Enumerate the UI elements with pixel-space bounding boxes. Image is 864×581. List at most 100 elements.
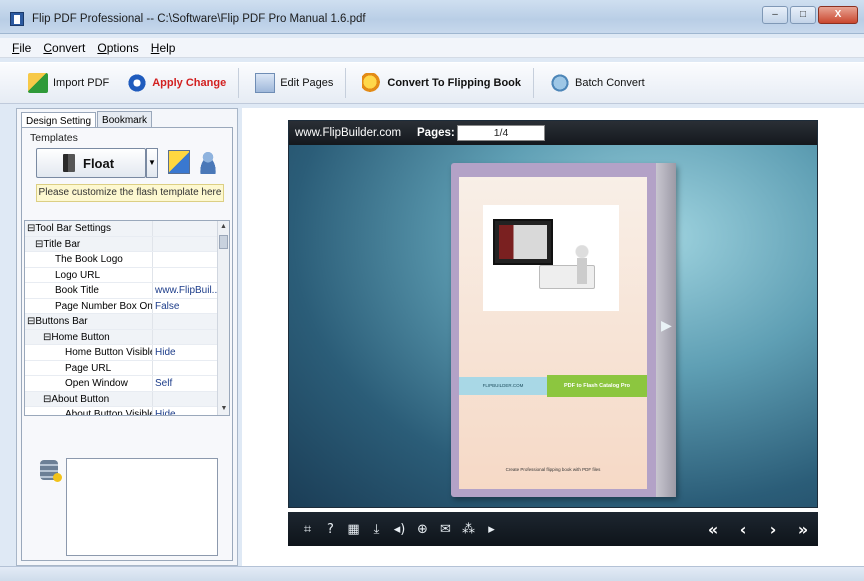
import-pdf-icon <box>28 73 48 93</box>
property-value <box>153 252 217 267</box>
site-url: www.FlipBuilder.com <box>295 127 402 139</box>
property-name: Book Title <box>25 283 153 298</box>
menu-file-rest: ile <box>19 40 32 55</box>
next-page-icon[interactable]: › <box>758 520 788 539</box>
pages-label: Pages: <box>417 127 455 139</box>
app-icon <box>10 12 24 26</box>
property-row[interactable]: ⊟Tool Bar Settings <box>25 221 229 237</box>
flipbook-stage: www.FlipBuilder.com Pages: 1/4 FLIPBUILD… <box>288 120 818 508</box>
book[interactable]: FLIPBUILDER.COM PDF to Flash Catalog Pro… <box>451 163 676 497</box>
apply-change-button[interactable]: Apply Change <box>121 67 232 99</box>
property-row[interactable]: Logo URL <box>25 267 229 283</box>
property-row[interactable]: The Book Logo <box>25 252 229 268</box>
menu-options-rest: ptions <box>106 40 139 55</box>
property-row[interactable]: ⊟Buttons Bar <box>25 314 229 330</box>
book-icon <box>63 154 75 172</box>
figure-image <box>573 245 591 289</box>
description-box <box>66 458 218 556</box>
cover-caption: Create Professional flipping book with P… <box>505 467 601 472</box>
property-name: ⊟Tool Bar Settings <box>25 221 153 236</box>
template-name: Float <box>83 155 115 171</box>
settings-panel: Design Setting Bookmark Templates Float … <box>16 108 238 566</box>
property-value: Hide <box>155 347 176 358</box>
menu-options-key: O <box>97 40 107 55</box>
thumbnails-icon[interactable]: ▦ <box>342 522 365 537</box>
property-name: ⊟Title Bar <box>25 236 153 251</box>
property-name: ⊟Home Button <box>25 329 153 344</box>
edit-pages-label: Edit Pages <box>280 77 334 89</box>
edit-template-icon[interactable] <box>168 150 190 174</box>
template-select[interactable]: Float <box>36 148 146 178</box>
property-name: Logo URL <box>25 267 153 282</box>
share-icon[interactable]: ⁂ <box>457 522 480 537</box>
apply-change-label: Apply Change <box>152 77 227 89</box>
import-pdf-label: Import PDF <box>53 77 110 89</box>
template-dropdown-icon[interactable]: ▼ <box>146 148 158 178</box>
design-setting-body: Templates Float ▼ Please customize the f… <box>21 127 233 561</box>
property-name: ⊟Buttons Bar <box>25 314 153 329</box>
first-page-icon[interactable]: « <box>698 520 728 539</box>
property-row[interactable]: ⊟Home Button <box>25 329 229 345</box>
property-row[interactable]: Page URL <box>25 360 229 376</box>
menu-options[interactable]: Options <box>91 41 144 55</box>
email-icon[interactable]: ✉ <box>434 522 457 537</box>
scroll-up-icon[interactable]: ▲ <box>218 221 229 233</box>
property-value: Hide <box>155 409 176 416</box>
property-row[interactable]: Book Title www.FlipBuil... <box>25 283 229 299</box>
toolbar-separator <box>533 68 535 98</box>
templates-label: Templates <box>30 132 78 144</box>
property-grid: ⊟Tool Bar Settings ⊟Title Bar The Book L… <box>24 220 230 416</box>
property-row[interactable]: Page Number Box On ...False <box>25 298 229 314</box>
menu-bar: File Convert Options Help <box>0 38 864 58</box>
import-pdf-button[interactable]: Import PDF <box>22 67 115 99</box>
toolbar-separator <box>345 68 347 98</box>
window-title: Flip PDF Professional -- C:\Software\Fli… <box>32 13 366 25</box>
property-value <box>153 236 217 251</box>
fullscreen-icon[interactable]: ⌗ <box>296 522 319 537</box>
property-value <box>153 391 217 406</box>
property-row[interactable]: ⊟Title Bar <box>25 236 229 252</box>
cover-image <box>483 205 619 311</box>
flipbook-title-bar: www.FlipBuilder.com Pages: 1/4 <box>289 121 817 145</box>
property-name: Open Window <box>25 376 153 391</box>
batch-convert-icon <box>550 73 571 93</box>
property-value: www.FlipBuil... <box>155 285 217 296</box>
batch-convert-button[interactable]: Batch Convert <box>544 67 651 99</box>
property-row[interactable]: Home Button Visible Hide <box>25 345 229 361</box>
autoplay-icon[interactable]: ▸ <box>480 522 503 537</box>
property-value: Self <box>155 378 173 389</box>
last-page-icon[interactable]: » <box>788 520 818 539</box>
menu-file[interactable]: File <box>6 41 37 55</box>
book-page: FLIPBUILDER.COM PDF to Flash Catalog Pro… <box>459 177 647 489</box>
convert-icon <box>362 73 383 93</box>
download-icon[interactable]: ⤓ <box>365 522 388 537</box>
maximize-button[interactable]: □ <box>790 6 816 24</box>
property-row[interactable]: Open Window Self <box>25 376 229 392</box>
minimize-button[interactable]: – <box>762 6 788 24</box>
toolbar-separator <box>238 68 240 98</box>
preview-area: www.FlipBuilder.com Pages: 1/4 FLIPBUILD… <box>242 108 864 566</box>
property-row[interactable]: About Button Visible Hide <box>25 407 229 416</box>
property-name: About Button Visible <box>25 407 153 415</box>
apply-change-icon <box>127 73 148 93</box>
menu-help[interactable]: Help <box>145 41 182 55</box>
next-page-arrow-icon[interactable]: ▶ <box>661 317 672 334</box>
help-icon[interactable]: ? <box>319 522 342 537</box>
convert-label: Convert To Flipping Book <box>387 77 522 89</box>
property-scrollbar[interactable]: ▲ ▼ <box>217 221 229 415</box>
edit-pages-button[interactable]: Edit Pages <box>249 67 339 99</box>
property-name: Page URL <box>25 360 153 375</box>
previous-page-icon[interactable]: ‹ <box>728 520 758 539</box>
pages-input[interactable]: 1/4 <box>457 125 545 141</box>
convert-button[interactable]: Convert To Flipping Book <box>356 67 527 99</box>
scroll-down-icon[interactable]: ▼ <box>218 403 229 415</box>
property-value <box>153 361 217 376</box>
property-row[interactable]: ⊟About Button <box>25 391 229 407</box>
menu-convert[interactable]: Convert <box>37 41 91 55</box>
close-button[interactable]: X <box>818 6 858 24</box>
sound-icon[interactable]: ◂) <box>388 522 411 537</box>
scroll-thumb[interactable] <box>219 235 228 249</box>
cover-banner-left: FLIPBUILDER.COM <box>459 377 547 395</box>
zoom-icon[interactable]: ⊕ <box>411 522 434 537</box>
user-template-icon[interactable] <box>196 150 220 174</box>
